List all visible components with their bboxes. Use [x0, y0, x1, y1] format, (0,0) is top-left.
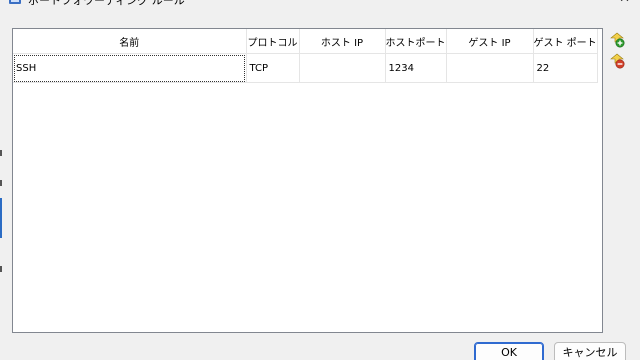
- remove-rule-icon[interactable]: [609, 53, 625, 69]
- table-header-row: 名前 プロトコル ホスト IP ホストポート ゲスト IP ゲスト ポート: [13, 29, 598, 54]
- rules-table-frame: 名前 プロトコル ホスト IP ホストポート ゲスト IP ゲスト ポート SS…: [12, 28, 603, 333]
- add-rule-icon[interactable]: [609, 32, 625, 48]
- window-title: ポートフォワーディング ルール: [28, 0, 185, 7]
- cell-name[interactable]: SSH: [13, 53, 247, 83]
- column-header-protocol[interactable]: プロトコル: [246, 29, 300, 54]
- cell-guest-port[interactable]: 22: [533, 53, 598, 83]
- column-header-host-ip[interactable]: ホスト IP: [299, 29, 386, 54]
- column-header-name[interactable]: 名前: [13, 29, 247, 54]
- cell-host-port[interactable]: 1234: [385, 53, 447, 83]
- rules-table: 名前 プロトコル ホスト IP ホストポート ゲスト IP ゲスト ポート SS…: [13, 29, 598, 83]
- app-icon: [9, 0, 21, 4]
- cell-host-ip[interactable]: [299, 53, 386, 83]
- parent-window-edge: [0, 30, 3, 290]
- close-button[interactable]: ✕: [619, 0, 630, 6]
- cell-guest-ip[interactable]: [446, 53, 534, 83]
- column-header-host-port[interactable]: ホストポート: [385, 29, 447, 54]
- column-header-guest-ip[interactable]: ゲスト IP: [446, 29, 534, 54]
- table-row[interactable]: SSH TCP 1234 22: [13, 53, 598, 83]
- cancel-button[interactable]: キャンセル: [554, 342, 626, 360]
- port-forwarding-dialog: ポートフォワーディング ルール ✕ 名前 プロトコル ホスト IP: [0, 0, 640, 360]
- title-bar: ポートフォワーディング ルール ✕: [0, 0, 640, 10]
- column-header-guest-port[interactable]: ゲスト ポート: [533, 29, 598, 54]
- cell-protocol[interactable]: TCP: [246, 53, 300, 83]
- ok-button[interactable]: OK: [474, 342, 544, 360]
